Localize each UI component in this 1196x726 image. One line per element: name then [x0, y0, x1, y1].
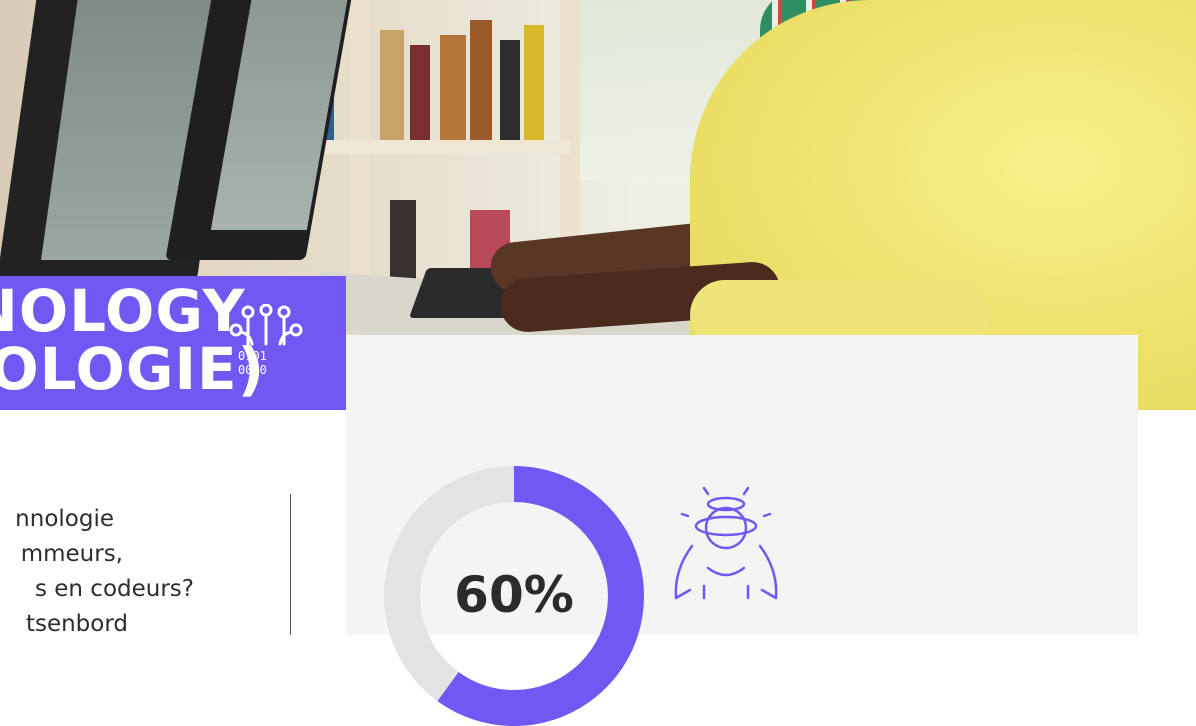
section-title-english: TECHNOLOGY — [0, 277, 246, 345]
book — [380, 30, 404, 140]
question-line: s en codeurs? — [34, 576, 194, 602]
svg-text:0000: 0000 — [238, 363, 267, 377]
question-text: nnologie mmeurs, s en codeurs? tsenbord — [0, 502, 290, 642]
section-title-french: (TECHNOLOGIE) — [0, 335, 266, 403]
book — [500, 40, 520, 140]
stat-percentage: 60% — [454, 566, 574, 624]
circuit-binary-icon: 0101 0000 — [229, 304, 303, 377]
column-divider — [290, 494, 291, 635]
book — [470, 20, 492, 140]
book — [524, 25, 544, 140]
question-line: tsenbord — [25, 611, 128, 637]
question-line: nnologie — [15, 506, 114, 532]
bookshelf-post — [350, 0, 370, 320]
dizzy-person-icon — [674, 486, 778, 600]
section-title-box: TECHNOLOGY (TECHNOLOGIE) 0101 0000 — [0, 276, 346, 410]
question-line: mmeurs, — [20, 541, 123, 567]
book — [410, 45, 430, 140]
book — [390, 200, 416, 280]
book — [440, 35, 466, 140]
svg-text:0101: 0101 — [238, 349, 267, 363]
